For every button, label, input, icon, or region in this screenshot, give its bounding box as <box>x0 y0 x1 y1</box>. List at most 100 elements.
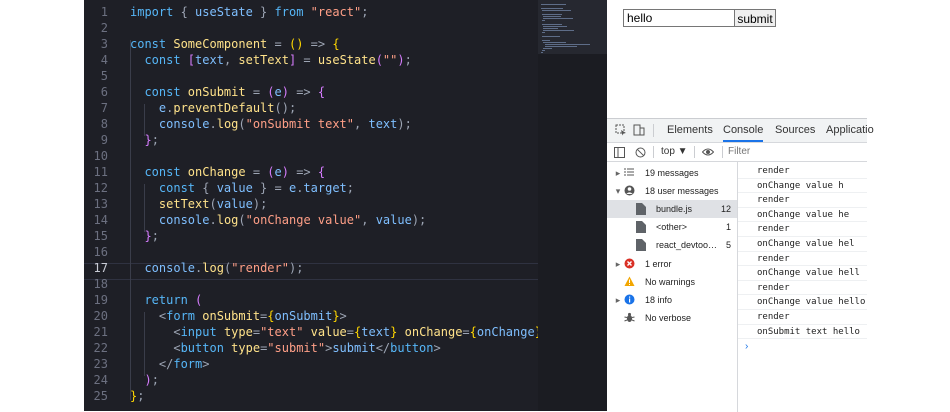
line-number: 5 <box>100 69 108 83</box>
code-token: ( <box>267 165 275 179</box>
code-token: console <box>130 261 196 275</box>
code-line: const onSubmit = (e) => { <box>130 84 325 100</box>
text-input[interactable] <box>623 9 743 27</box>
code-token: , <box>354 117 369 131</box>
code-token: e <box>274 85 282 99</box>
code-token: ); <box>288 261 304 275</box>
sidebar-item-count: 1 <box>726 222 732 232</box>
code-token: > <box>433 341 441 355</box>
line-number: 24 <box>93 373 108 387</box>
console-message: onChange value h <box>738 179 867 194</box>
inspect-element-icon[interactable] <box>615 124 627 136</box>
code-token: input <box>180 325 224 339</box>
file-icon <box>635 221 647 233</box>
code-line: </form> <box>130 356 210 372</box>
console-message: render <box>738 281 867 296</box>
submit-button[interactable]: submit <box>734 9 776 27</box>
sidebar-toggle-icon[interactable] <box>614 143 625 161</box>
code-line: <button type="submit">submit</button> <box>130 340 441 356</box>
code-token: { <box>202 181 217 195</box>
code-token: ); <box>411 213 427 227</box>
sidebar-item-messages[interactable]: ▸ 19 messages <box>607 164 737 182</box>
sidebar-item-other[interactable]: <other> 1 <box>607 218 737 236</box>
code-token: text <box>195 53 224 67</box>
code-token: = <box>252 325 261 339</box>
tab-divider <box>653 124 654 137</box>
minimap-viewport[interactable] <box>538 0 607 54</box>
eye-icon[interactable] <box>701 143 715 161</box>
minimap[interactable] <box>538 0 607 411</box>
code-token: ( <box>267 85 275 99</box>
code-token: , <box>223 53 239 67</box>
code-token: (); <box>274 101 297 115</box>
line-number-gutter: 1 2 3 4 5 6 7 8 9 10 11 12 13 14 15 16 17 18 19 20 21 22 23 24 2… <box>84 0 122 411</box>
tab-console[interactable]: Console <box>723 119 764 142</box>
tab-elements[interactable]: Elements <box>667 119 713 142</box>
code-token: form <box>166 309 203 323</box>
line-number: 14 <box>93 213 108 227</box>
console-message: onChange value he <box>738 208 867 223</box>
code-token: const <box>130 53 188 67</box>
line-number: 15 <box>93 229 108 243</box>
code-line: }; <box>130 132 158 148</box>
line-number: 2 <box>100 21 108 35</box>
code-token: = <box>346 325 355 339</box>
code-token: = <box>245 165 268 179</box>
code-editor[interactable]: 1 2 3 4 5 6 7 8 9 10 11 12 13 14 15 16 17 18 19 20 21 22 23 24 2… <box>84 0 538 411</box>
code-line: const SomeComponent = () => { <box>130 36 340 52</box>
code-token: onChange <box>187 165 246 179</box>
device-toolbar-icon[interactable] <box>633 124 645 136</box>
code-token: } <box>130 229 152 243</box>
code-token: = <box>245 85 268 99</box>
sidebar-item-bundle-js[interactable]: bundle.js 12 <box>607 200 737 218</box>
code-token: target <box>303 181 347 195</box>
code-token: < <box>130 325 181 339</box>
sidebar-item-label: <other> <box>656 222 688 232</box>
code-token: "text" <box>260 325 311 339</box>
file-icon <box>635 239 647 251</box>
sidebar-item-info[interactable]: ▸ 18 info <box>607 291 737 309</box>
console-message: onSubmit text hello <box>738 325 867 340</box>
sidebar-item-verbose[interactable]: No verbose <box>607 309 737 327</box>
code-token: log <box>216 117 239 131</box>
code-token: } <box>252 5 275 19</box>
context-selector[interactable]: top ▼ <box>661 143 688 161</box>
tab-application[interactable]: Applicatio <box>826 119 874 142</box>
console-prompt[interactable]: › <box>745 341 748 352</box>
devtools-panel: Elements Console Sources Applicatio top … <box>607 118 874 412</box>
console-output[interactable]: render onChange value h render onChange val… <box>738 162 867 412</box>
code-token: console <box>130 117 210 131</box>
code-line: console.log("onSubmit text", text); <box>130 116 412 132</box>
code-token: > <box>339 309 347 323</box>
sidebar-item-label: 18 user messages <box>645 186 719 196</box>
code-token: ( <box>238 213 246 227</box>
code-token: onSubmit <box>202 309 261 323</box>
sidebar-item-label: No verbose <box>645 313 692 323</box>
code-token: value <box>216 197 253 211</box>
sidebar-item-react-devtools[interactable]: react_devtoo… 5 <box>607 236 737 254</box>
code-line: console.log("render"); <box>130 260 303 276</box>
code-token: value <box>310 325 347 339</box>
sidebar-item-label: No warnings <box>645 277 696 287</box>
tab-sources[interactable]: Sources <box>775 119 815 142</box>
code-token: "onSubmit text" <box>245 117 355 131</box>
clear-console-icon[interactable] <box>635 143 646 161</box>
line-number: 17 <box>93 261 108 275</box>
code-token: log <box>202 261 224 275</box>
code-token: submit <box>332 341 376 355</box>
code-token: { <box>317 165 326 179</box>
code-token: useState <box>317 53 376 67</box>
code-token: onSubmit <box>187 85 246 99</box>
line-number: 10 <box>93 149 108 163</box>
console-message: render <box>738 164 867 179</box>
filter-input[interactable] <box>726 144 865 158</box>
code-token: text <box>361 325 391 339</box>
sidebar-item-user-messages[interactable]: ▾ 18 user messages <box>607 182 737 200</box>
code-line: <input type="text" value={text} onChange… <box>130 324 538 340</box>
code-token: . <box>209 213 217 227</box>
devtools-tab-bar: Elements Console Sources Applicatio <box>607 119 874 143</box>
line-number: 12 <box>93 181 108 195</box>
sidebar-item-label: 19 messages <box>645 168 699 178</box>
sidebar-item-warnings[interactable]: No warnings <box>607 273 737 291</box>
sidebar-item-errors[interactable]: ▸ 1 error <box>607 255 737 273</box>
